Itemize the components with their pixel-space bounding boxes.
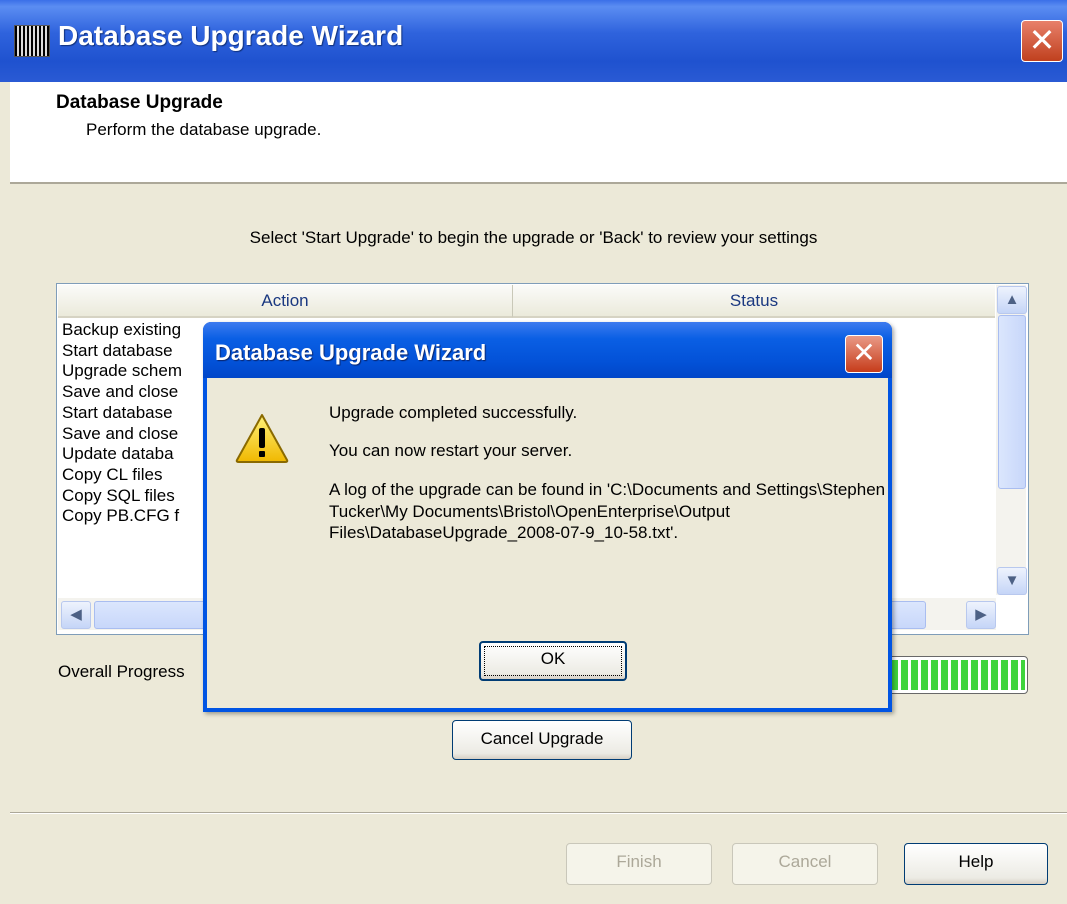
vertical-scroll-thumb[interactable]	[998, 315, 1026, 489]
scroll-down-icon[interactable]: ▼	[997, 567, 1027, 595]
warning-icon	[235, 414, 289, 463]
divider	[10, 812, 1067, 814]
focus-rect	[484, 646, 622, 676]
horizontal-scroll-thumb[interactable]	[94, 601, 206, 629]
ok-button[interactable]: OK	[479, 641, 627, 681]
dialog-body: Upgrade completed successfully. You can …	[207, 378, 888, 708]
page-subtitle: Perform the database upgrade.	[86, 120, 322, 139]
cancel-upgrade-button[interactable]: Cancel Upgrade	[452, 720, 632, 760]
finish-label: Finish	[616, 852, 662, 871]
message-dialog: Database Upgrade Wizard ✕ Upgrade comple…	[203, 322, 892, 712]
title-bar: Database Upgrade Wizard ✕	[0, 0, 1067, 82]
help-label: Help	[958, 852, 994, 871]
scroll-up-icon[interactable]: ▲	[997, 286, 1027, 314]
cancel-label: Cancel	[778, 852, 832, 871]
instruction-text: Select 'Start Upgrade' to begin the upgr…	[249, 228, 818, 247]
column-header-action[interactable]: Action	[58, 285, 513, 318]
window-title: Database Upgrade Wizard	[58, 20, 404, 51]
dialog-line-log: A log of the upgrade can be found in 'C:…	[329, 480, 886, 542]
dialog-line-success: Upgrade completed successfully.	[329, 403, 578, 422]
finish-button[interactable]: Finish	[566, 843, 712, 885]
close-button[interactable]: ✕	[1021, 20, 1063, 62]
dialog-close-button[interactable]: ✕	[845, 335, 883, 373]
help-button[interactable]: Help	[904, 843, 1048, 885]
dialog-message: Upgrade completed successfully. You can …	[329, 402, 889, 560]
column-header-status[interactable]: Status	[513, 285, 995, 318]
dialog-title: Database Upgrade Wizard	[215, 340, 487, 365]
scroll-right-icon[interactable]: ▶	[966, 601, 996, 629]
page-title: Database Upgrade	[56, 92, 223, 113]
cancel-upgrade-label: Cancel Upgrade	[480, 729, 604, 748]
dialog-line-restart: You can now restart your server.	[329, 440, 573, 460]
wizard-header: Database Upgrade Perform the database up…	[10, 82, 1067, 184]
scroll-left-icon[interactable]: ◀	[61, 601, 91, 629]
dialog-title-bar: Database Upgrade Wizard ✕	[203, 322, 892, 378]
cancel-button[interactable]: Cancel	[732, 843, 878, 885]
app-icon	[14, 25, 50, 57]
progress-label: Overall Progress	[58, 662, 185, 681]
